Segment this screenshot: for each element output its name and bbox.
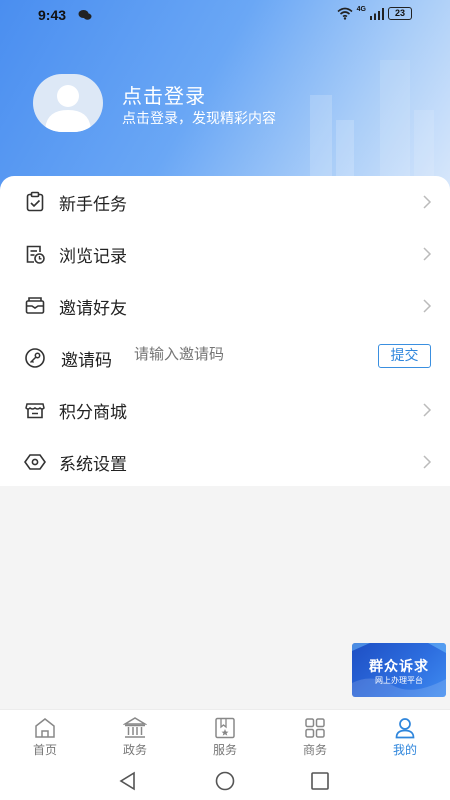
avatar[interactable]: [33, 74, 103, 132]
chevron-right-icon: [423, 195, 432, 209]
chevron-right-icon: [423, 403, 432, 417]
settings-hexagon-icon: [24, 454, 46, 470]
menu-item-system-settings[interactable]: 系统设置: [0, 436, 450, 488]
complaint-platform-banner[interactable]: 群众诉求 网上办理平台: [352, 643, 446, 697]
user-icon: [395, 718, 415, 739]
invite-code-input[interactable]: [134, 346, 334, 363]
menu-label: 系统设置: [59, 455, 127, 474]
menu-label: 邀请码: [61, 351, 112, 370]
menu-item-points-mall[interactable]: 积分商城: [0, 384, 450, 436]
service-bookmark-star-icon: [215, 717, 235, 739]
chevron-right-icon: [423, 247, 432, 261]
grid-apps-icon: [305, 718, 325, 738]
back-triangle-icon[interactable]: [117, 770, 139, 792]
menu-label: 邀请好友: [59, 299, 127, 318]
submit-invite-button[interactable]: 提交: [378, 344, 431, 368]
default-avatar-icon: [45, 85, 91, 132]
tab-label: 我的: [392, 743, 417, 757]
status-bar: 9:43 4G 23: [0, 0, 450, 30]
profile-header: 9:43 4G 23 点击登录 点击登录，发现精彩内容: [0, 0, 450, 200]
home-icon: [35, 718, 55, 738]
tab-mine[interactable]: 我的: [360, 710, 450, 761]
menu-item-new-tasks[interactable]: 新手任务: [0, 176, 450, 228]
wifi-icon: [337, 7, 353, 20]
tab-services[interactable]: 服务: [180, 710, 270, 761]
store-icon: [25, 403, 45, 419]
menu-label: 新手任务: [59, 195, 127, 214]
tab-label: 政务: [122, 743, 147, 757]
chevron-right-icon: [423, 455, 432, 469]
tab-business[interactable]: 商务: [270, 710, 360, 761]
task-clipboard-icon: [26, 191, 44, 212]
government-building-icon: [123, 717, 147, 738]
banner-title: 群众诉求: [369, 658, 429, 674]
key-icon: [25, 348, 45, 368]
menu-item-invite-friends[interactable]: 邀请好友: [0, 280, 450, 332]
chevron-right-icon: [423, 299, 432, 313]
home-circle-icon[interactable]: [214, 770, 236, 792]
recents-square-icon[interactable]: [309, 770, 331, 792]
tab-label: 首页: [32, 743, 57, 757]
tab-government[interactable]: 政务: [90, 710, 180, 761]
menu-item-invite-code: 邀请码 提交: [0, 332, 450, 384]
menu-card: 新手任务 浏览记录 邀请好友 邀请码 提交: [0, 176, 450, 486]
menu-item-browse-history[interactable]: 浏览记录: [0, 228, 450, 280]
status-icons: 4G 23: [337, 6, 412, 20]
login-title[interactable]: 点击登录: [122, 80, 206, 109]
menu-label: 浏览记录: [59, 247, 127, 266]
tab-label: 服务: [212, 743, 237, 757]
bottom-tab-bar: 首页 政务 服务 商务 我的: [0, 709, 450, 761]
header-decoration: [380, 60, 410, 190]
signal-icon: [370, 7, 384, 20]
menu-label: 积分商城: [59, 403, 127, 422]
status-time: 9:43: [38, 7, 67, 23]
invite-envelope-icon: [25, 297, 45, 314]
banner-subtitle: 网上办理平台: [375, 676, 423, 685]
system-navigation-bar: [0, 761, 450, 800]
network-type: 4G: [356, 6, 366, 13]
wechat-icon: [78, 10, 92, 20]
tab-label: 商务: [302, 743, 327, 757]
battery-icon: 23: [388, 7, 412, 20]
tab-home[interactable]: 首页: [0, 710, 90, 761]
login-subtitle: 点击登录，发现精彩内容: [122, 110, 276, 126]
history-doc-icon: [26, 245, 45, 264]
